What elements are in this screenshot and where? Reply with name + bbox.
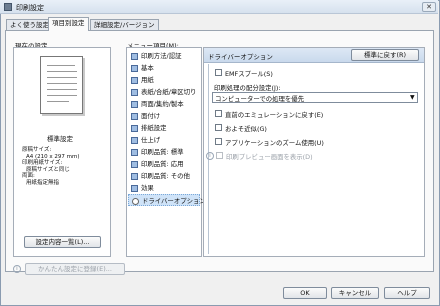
menu-item-print-method[interactable]: 印刷方法/認証 [128,50,200,62]
restore-defaults-button[interactable]: 標準に戻す(R) [351,49,419,61]
menu-list: 印刷方法/認証 基本 用紙 表紙/合紙/章区切り 両面/集約/製本 面付け 排紙… [126,47,206,257]
menu-item-label: 印刷品質: その他 [141,172,190,180]
summary-line: 両面: [22,173,35,180]
menu-item-label: 基本 [141,64,154,72]
paper-icon [131,77,138,84]
info-icon: i [13,265,21,273]
priority-label: 印刷処理の配分設定(J): [214,84,281,92]
menu-item-paper[interactable]: 用紙 [128,74,200,86]
quality-icon [131,149,138,156]
easy-setup-register-button[interactable]: かんたん設定に登録(E)... [25,263,125,275]
menu-item-output[interactable]: 排紙設定 [128,122,200,134]
menu-item-driver-options[interactable]: ドライバーオプション [128,194,206,206]
tab-item-settings[interactable]: 項目別設定 [48,17,89,31]
chevron-down-icon: ▼ [410,94,415,101]
printer-icon [4,3,12,11]
gear-icon [132,198,139,205]
approx-shape-checkbox[interactable] [215,124,222,131]
finishing-icon [131,137,138,144]
paper-preview [40,56,83,114]
tab-frequent-settings[interactable]: よく使う設定 [6,19,53,30]
window-title: 印刷設定 [16,4,44,12]
imposition-icon [131,113,138,120]
lock-icon [131,53,138,60]
restore-emulation-label: 直前のエミュレーションに戻す(E) [225,111,324,119]
summary-line: 用紙指定無指 [26,179,60,186]
approx-shape-label: およそ近似(G) [225,125,267,133]
settings-summary: 原稿サイズ: A4 (210 x 297 mm) 印刷用紙サイズ: 原稿サイズと… [22,147,80,187]
menu-item-label: 排紙設定 [141,124,167,132]
title-bar [0,0,438,14]
print-preview-label: 印刷プレビュー画面を表示(D) [226,153,313,161]
emf-spool-label: EMFスプール(S) [225,70,273,78]
menu-item-label: 印刷品質: 応用 [141,160,184,168]
emf-spool-checkbox[interactable] [215,69,222,76]
menu-item-basic[interactable]: 基本 [128,62,200,74]
settings-list-button[interactable]: 設定内容一覧(L)... [24,236,101,248]
basic-icon [131,65,138,72]
current-settings-name: 標準設定 [47,135,73,143]
menu-item-label: 仕上げ [141,136,161,144]
menu-item-label: 効果 [141,184,154,192]
duplex-icon [131,101,138,108]
ok-button[interactable]: OK [283,287,327,299]
menu-item-label: 印刷方法/認証 [141,52,182,60]
output-tray-icon [131,125,138,132]
help-button[interactable]: ヘルプ [384,287,430,299]
menu-item-cover[interactable]: 表紙/合紙/章区切り [128,86,200,98]
effects-icon [131,185,138,192]
options-title: ドライバーオプション [208,53,273,61]
menu-item-label: ドライバーオプション [142,197,206,205]
close-button[interactable]: ✕ [422,2,436,12]
priority-select-value: コンピューターでの処理を優先 [215,95,305,103]
menu-item-label: 用紙 [141,76,154,84]
menu-item-duplex[interactable]: 両面/集約/製本 [128,98,200,110]
cancel-button[interactable]: キャンセル [331,287,379,299]
restore-emulation-checkbox[interactable] [215,110,222,117]
menu-item-label: 面付け [141,112,161,120]
menu-item-quality-advanced[interactable]: 印刷品質: 応用 [128,158,200,170]
quality-icon [131,173,138,180]
menu-item-effects[interactable]: 効果 [128,182,200,194]
menu-item-label: 表紙/合紙/章区切り [141,88,197,96]
app-zoom-checkbox[interactable] [215,138,222,145]
tab-detail-version[interactable]: 詳細設定/バージョン [90,19,159,30]
menu-item-imposition[interactable]: 面付け [128,110,200,122]
info-icon: i [206,152,214,160]
print-preview-checkbox[interactable] [216,152,223,159]
menu-item-label: 両面/集約/製本 [141,100,184,108]
quality-icon [131,161,138,168]
menu-item-finishing[interactable]: 仕上げ [128,134,200,146]
summary-line: 原稿サイズ: [22,147,52,153]
menu-item-quality-standard[interactable]: 印刷品質: 標準 [128,146,200,158]
cover-icon [131,89,138,96]
menu-item-label: 印刷品質: 標準 [141,148,184,156]
summary-line: 印刷用紙サイズ: [22,160,63,167]
app-zoom-label: アプリケーションのズーム使用(U) [225,139,324,147]
menu-item-quality-other[interactable]: 印刷品質: その他 [128,170,200,182]
